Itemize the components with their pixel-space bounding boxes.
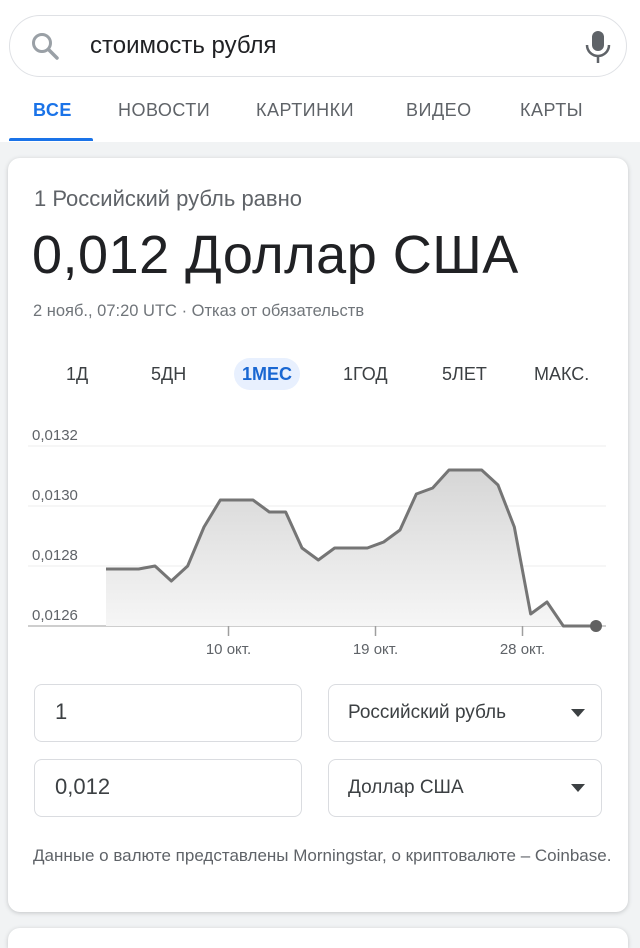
search-input[interactable]: стоимость рубля <box>90 31 277 61</box>
y-tick-label: 0,0128 <box>32 547 78 564</box>
top-bar: стоимость рубля ВСЕ НОВОСТИ КАРТИНКИ ВИД… <box>0 0 640 142</box>
amount-to-field[interactable]: 0,012 <box>34 759 302 817</box>
range-max[interactable]: МАКС. <box>526 358 597 390</box>
search-icon[interactable] <box>30 31 60 61</box>
rate-meta: 2 нояб., 07:20 UTC · Отказ от обязательс… <box>33 302 364 321</box>
x-tick-label: 28 окт. <box>500 641 545 658</box>
range-1y[interactable]: 1ГОД <box>335 358 396 390</box>
amount-to-value[interactable]: 0,012 <box>55 774 110 800</box>
last-point-marker <box>590 620 602 632</box>
y-tick-label: 0,0130 <box>32 487 78 504</box>
y-tick-label: 0,0126 <box>32 607 78 624</box>
data-source-note: Данные о валюте представлены Morningstar… <box>33 846 612 865</box>
next-result-card <box>8 928 628 948</box>
range-1m[interactable]: 1МЕС <box>234 358 301 390</box>
conversion-result: 0,012 Доллар США <box>32 225 519 285</box>
range-5y[interactable]: 5ЛЕТ <box>434 358 495 390</box>
microphone-icon[interactable] <box>584 30 612 64</box>
currency-converter-card: 1 Российский рубль равно 0,012 Доллар СШ… <box>8 158 628 912</box>
currency-to-select[interactable]: Доллар США <box>328 759 602 817</box>
tab-maps[interactable]: КАРТЫ <box>520 100 583 121</box>
tab-images[interactable]: КАРТИНКИ <box>256 100 354 121</box>
currency-from-value[interactable]: Российский рубль <box>348 702 506 724</box>
amount-from-field[interactable]: 1 <box>34 684 302 742</box>
currency-from-select[interactable]: Российский рубль <box>328 684 602 742</box>
amount-from-value[interactable]: 1 <box>55 699 67 725</box>
exchange-rate-chart[interactable]: 0,0132 0,0130 0,0128 0,0126 10 окт. 19 окт. 28… <box>8 428 628 668</box>
search-tabs: ВСЕ НОВОСТИ КАРТИНКИ ВИДЕО КАРТЫ <box>0 92 640 142</box>
tab-all[interactable]: ВСЕ <box>33 100 72 121</box>
conversion-lead-text: 1 Российский рубль равно <box>34 186 302 211</box>
dropdown-arrow-icon[interactable] <box>571 784 585 792</box>
search-box[interactable]: стоимость рубля <box>9 15 627 77</box>
dropdown-arrow-icon[interactable] <box>571 709 585 717</box>
y-tick-label: 0,0132 <box>32 428 78 444</box>
x-tick-label: 19 окт. <box>353 641 398 658</box>
tab-news[interactable]: НОВОСТИ <box>118 100 210 121</box>
time-range-selector: 1Д 5ДН 1МЕС 1ГОД 5ЛЕТ МАКС. <box>8 354 628 394</box>
currency-to-value[interactable]: Доллар США <box>348 777 464 799</box>
meta-separator: · <box>176 302 192 320</box>
range-1d[interactable]: 1Д <box>58 358 96 390</box>
tab-video[interactable]: ВИДЕО <box>406 100 472 121</box>
disclaimer-link[interactable]: Отказ от обязательств <box>192 302 364 320</box>
range-5d[interactable]: 5ДН <box>143 358 194 390</box>
active-tab-indicator <box>9 138 93 141</box>
x-tick-label: 10 окт. <box>206 641 251 658</box>
rate-timestamp: 2 нояб., 07:20 UTC <box>33 302 177 320</box>
